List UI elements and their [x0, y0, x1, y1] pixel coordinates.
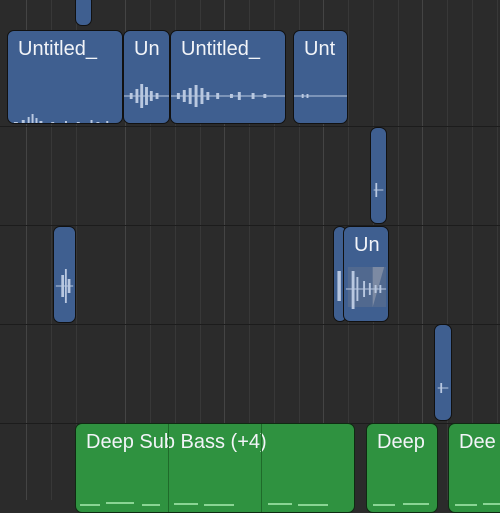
audio-region-untitled-4[interactable]: Unt [293, 30, 348, 124]
waveform [371, 178, 386, 202]
midi-notes [449, 498, 500, 512]
audio-region-fragment[interactable] [75, 0, 92, 26]
track-divider [0, 324, 500, 325]
region-label: Deep Sub Bass (+4) [86, 431, 267, 453]
waveform [54, 261, 75, 311]
region-label: Untitled_ [181, 38, 260, 60]
region-label: Dee [459, 431, 496, 453]
waveform [344, 263, 388, 313]
track-divider [0, 225, 500, 226]
region-label: Un [354, 234, 380, 256]
grid-line [447, 0, 448, 500]
waveform [124, 81, 169, 111]
audio-region-untitled-2[interactable]: Un [123, 30, 170, 124]
waveform [435, 377, 451, 399]
audio-region-untitled-1[interactable]: Untitled_ [7, 30, 123, 124]
region-label: Deep [377, 431, 425, 453]
waveform [294, 81, 347, 111]
midi-notes [367, 498, 437, 512]
region-label: Unt [304, 38, 336, 60]
waveform [171, 81, 285, 111]
region-label: Un [134, 38, 160, 60]
midi-notes [76, 498, 354, 512]
audio-region-fragment[interactable] [434, 324, 452, 421]
waveform [8, 109, 122, 123]
audio-region-fragment[interactable] [53, 226, 76, 323]
track-divider [0, 126, 500, 127]
region-label: Untitled_ [18, 38, 97, 60]
audio-region-untitled-5[interactable]: Un [343, 226, 389, 322]
audio-region-fragment[interactable] [370, 127, 387, 224]
audio-region-untitled-3[interactable]: Untitled_ [170, 30, 286, 124]
